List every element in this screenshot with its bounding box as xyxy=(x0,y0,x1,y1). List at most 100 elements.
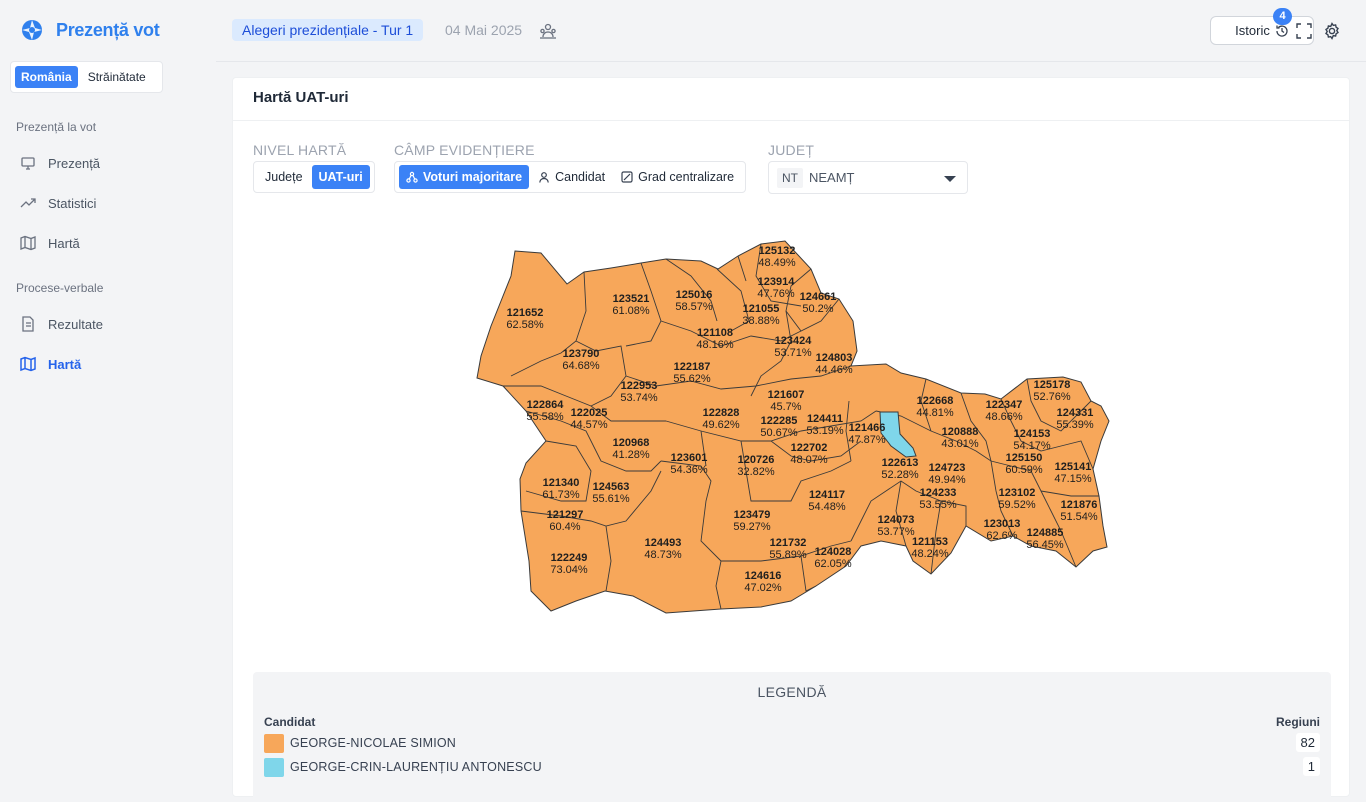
uat-label[interactable]: 122025 44.57% xyxy=(570,407,608,431)
uat-label[interactable]: 124411 53.19% xyxy=(806,413,844,437)
uat-label[interactable]: 124661 50.2% xyxy=(800,291,837,315)
uat-percentage: 43.01% xyxy=(941,438,979,450)
highlight-candidate[interactable]: Candidat xyxy=(531,165,612,189)
uat-label[interactable]: 124233 53.55% xyxy=(919,487,957,511)
sidebar-item-statistici[interactable]: Statistici xyxy=(20,195,96,211)
uat-label[interactable]: 121466 47.87% xyxy=(848,422,886,446)
uat-label[interactable]: 122187 55.62% xyxy=(673,361,711,385)
map-level-uat[interactable]: UAT-uri xyxy=(311,165,370,189)
uat-label[interactable]: 121153 48.24% xyxy=(911,536,949,560)
uat-label[interactable]: 122249 73.04% xyxy=(550,552,588,576)
uat-percentage: 49.94% xyxy=(928,474,966,486)
sidebar-item-harta-prezenta[interactable]: Hartă xyxy=(20,235,80,251)
uat-label[interactable]: 123601 54.36% xyxy=(670,452,708,476)
uat-label[interactable]: 123914 47.76% xyxy=(757,276,795,300)
uat-id: 121876 xyxy=(1061,499,1098,511)
uat-label[interactable]: 122285 50.67% xyxy=(760,415,798,439)
uat-label[interactable]: 121732 55.89% xyxy=(769,537,807,561)
uat-label[interactable]: 122953 53.74% xyxy=(620,380,658,404)
uat-label[interactable]: 125141 47.15% xyxy=(1054,461,1092,485)
uat-label[interactable]: 122702 48.07% xyxy=(790,442,828,466)
scope-toggle: România Străinătate xyxy=(10,61,163,93)
uat-percentage: 48.24% xyxy=(911,548,949,560)
uat-label[interactable]: 120726 32.82% xyxy=(737,454,775,478)
settings-gear-icon[interactable] xyxy=(1323,22,1341,40)
uat-label[interactable]: 120968 41.28% xyxy=(612,437,650,461)
uat-label[interactable]: 121055 38.88% xyxy=(742,303,780,327)
uat-percentage: 47.76% xyxy=(757,288,795,300)
election-tag[interactable]: Alegeri prezidențiale - Tur 1 xyxy=(232,19,424,41)
uat-percentage: 53.55% xyxy=(919,499,957,511)
uat-label[interactable]: 121652 62.58% xyxy=(506,307,544,331)
uat-label[interactable]: 124117 54.48% xyxy=(808,489,846,513)
uat-label[interactable]: 123102 59.52% xyxy=(998,487,1036,511)
election-date: 04 Mai 2025 xyxy=(445,22,523,38)
uat-label[interactable]: 123424 53.71% xyxy=(774,335,812,359)
county-select[interactable]: NT NEAMȚ xyxy=(768,161,968,194)
map-level-counties[interactable]: Județe xyxy=(258,165,310,189)
uat-label[interactable]: 123013 62.6% xyxy=(984,518,1021,542)
uat-label[interactable]: 121340 61.73% xyxy=(542,477,580,501)
uat-percentage: 48.73% xyxy=(644,549,682,561)
history-label: Istoric xyxy=(1235,23,1270,38)
uat-label[interactable]: 124331 55.39% xyxy=(1056,407,1094,431)
ballot-aperture-icon xyxy=(22,20,42,40)
legend-col-candidate: Candidat xyxy=(264,715,316,729)
uat-label[interactable]: 122347 48.66% xyxy=(985,399,1023,423)
uat-id: 122285 xyxy=(761,415,798,427)
uat-label[interactable]: 124803 44.46% xyxy=(815,352,853,376)
uat-label[interactable]: 121607 45.7% xyxy=(768,389,805,413)
uat-label[interactable]: 121108 48.16% xyxy=(696,327,734,351)
uat-label[interactable]: 122668 44.81% xyxy=(916,395,954,419)
scope-abroad[interactable]: Străinătate xyxy=(82,66,152,88)
uat-label[interactable]: 120888 43.01% xyxy=(941,426,979,450)
uat-label[interactable]: 123479 59.27% xyxy=(733,509,771,533)
sidebar-item-label: Rezultate xyxy=(48,316,103,332)
uat-label[interactable]: 121876 51.54% xyxy=(1060,499,1098,523)
uat-label[interactable]: 124493 48.73% xyxy=(644,537,682,561)
uat-id: 124117 xyxy=(809,489,845,501)
sidebar-item-prezenta[interactable]: Prezență xyxy=(20,155,100,171)
legend-candidate-name: GEORGE-NICOLAE SIMION xyxy=(290,736,457,750)
legend-row[interactable]: GEORGE-CRIN-LAURENȚIU ANTONESCU 1 xyxy=(264,757,1320,777)
legend-row[interactable]: GEORGE-NICOLAE SIMION 82 xyxy=(264,733,1320,753)
uat-percentage: 48.16% xyxy=(696,339,734,351)
uat-label[interactable]: 123521 61.08% xyxy=(612,293,650,317)
app-logo[interactable]: Prezență vot xyxy=(20,18,160,42)
uat-id: 124885 xyxy=(1027,527,1064,539)
sidebar-item-harta-rezultate[interactable]: Hartă xyxy=(20,356,81,372)
uat-label[interactable]: 124073 53.77% xyxy=(877,514,915,538)
uat-percentage: 44.46% xyxy=(815,364,853,376)
uat-id: 125132 xyxy=(759,245,796,257)
legend-swatch-simion xyxy=(264,733,284,753)
uat-id: 123521 xyxy=(613,293,650,305)
uat-percentage: 55.58% xyxy=(526,411,564,423)
uat-id: 122953 xyxy=(621,380,658,392)
uat-label[interactable]: 124616 47.02% xyxy=(744,570,782,594)
uat-label[interactable]: 124028 62.05% xyxy=(814,546,852,570)
history-icon xyxy=(1276,24,1288,37)
uat-label[interactable]: 124153 54.17% xyxy=(1013,428,1051,452)
note-icon xyxy=(621,171,633,183)
fullscreen-icon[interactable] xyxy=(1296,23,1312,39)
uat-label[interactable]: 123790 64.68% xyxy=(562,348,600,372)
uat-label[interactable]: 122828 49.62% xyxy=(702,407,740,431)
uat-label[interactable]: 122613 52.28% xyxy=(881,457,919,481)
uat-id: 121153 xyxy=(912,536,948,548)
scope-romania[interactable]: România xyxy=(15,66,78,88)
uat-label[interactable]: 125178 52.76% xyxy=(1033,379,1071,403)
highlight-majority-votes[interactable]: Voturi majoritare xyxy=(399,165,530,189)
sidebar-item-rezultate[interactable]: Rezultate xyxy=(20,316,103,332)
uat-label[interactable]: 124885 56.45% xyxy=(1026,527,1064,551)
uat-label[interactable]: 124563 55.61% xyxy=(592,481,630,505)
uat-label[interactable]: 125016 58.57% xyxy=(675,289,713,313)
highlight-centralization[interactable]: Grad centralizare xyxy=(614,165,741,189)
uat-label[interactable]: 122864 55.58% xyxy=(526,399,564,423)
uat-label[interactable]: 121297 60.4% xyxy=(547,509,584,533)
uat-id: 123479 xyxy=(734,509,771,521)
uat-label[interactable]: 125150 60.59% xyxy=(1005,452,1043,476)
uat-label[interactable]: 125132 48.49% xyxy=(758,245,796,269)
uat-id: 123601 xyxy=(671,452,708,464)
uat-label[interactable]: 124723 49.94% xyxy=(928,462,966,486)
voters-icon[interactable] xyxy=(539,22,557,40)
